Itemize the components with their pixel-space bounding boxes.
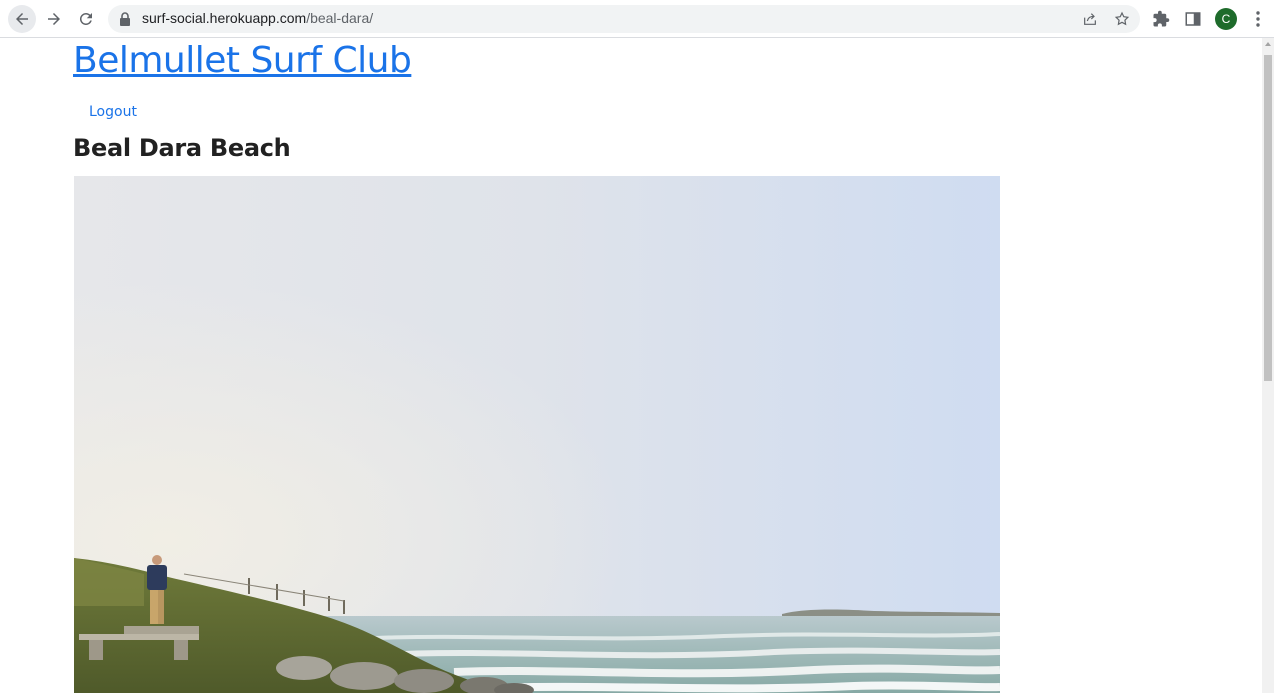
scroll-thumb[interactable] (1264, 55, 1272, 381)
arrow-right-icon (48, 13, 60, 25)
side-panel-icon[interactable] (1184, 10, 1202, 28)
scroll-up-arrow-icon[interactable] (1265, 42, 1271, 46)
beach-photo (74, 176, 1000, 693)
address-bar[interactable]: surf-social.herokuapp.com/beal-dara/ (108, 5, 1140, 33)
share-icon[interactable] (1082, 11, 1098, 27)
reload-button[interactable] (72, 5, 100, 33)
back-button[interactable] (8, 5, 36, 33)
extensions-icon[interactable] (1152, 10, 1170, 28)
url-text: surf-social.herokuapp.com/beal-dara/ (142, 10, 373, 26)
lock-icon (120, 12, 130, 26)
menu-kebab-icon[interactable] (1250, 10, 1266, 28)
beach-title: Beal Dara Beach (73, 134, 291, 162)
reload-icon (79, 12, 92, 25)
forward-button[interactable] (40, 5, 68, 33)
browser-toolbar: surf-social.herokuapp.com/beal-dara/ C (0, 0, 1274, 38)
scrollbar[interactable] (1262, 38, 1274, 693)
arrow-left-icon (16, 13, 28, 25)
url-path: /beal-dara/ (306, 10, 374, 26)
logout-link[interactable]: Logout (89, 104, 137, 120)
url-host: surf-social.herokuapp.com (142, 10, 307, 26)
bookmark-star-icon[interactable] (1114, 11, 1130, 27)
page-content: Belmullet Surf Club Logout Beal Dara Bea… (0, 38, 1262, 693)
site-title-link[interactable]: Belmullet Surf Club (73, 40, 412, 81)
profile-avatar[interactable]: C (1215, 8, 1237, 30)
